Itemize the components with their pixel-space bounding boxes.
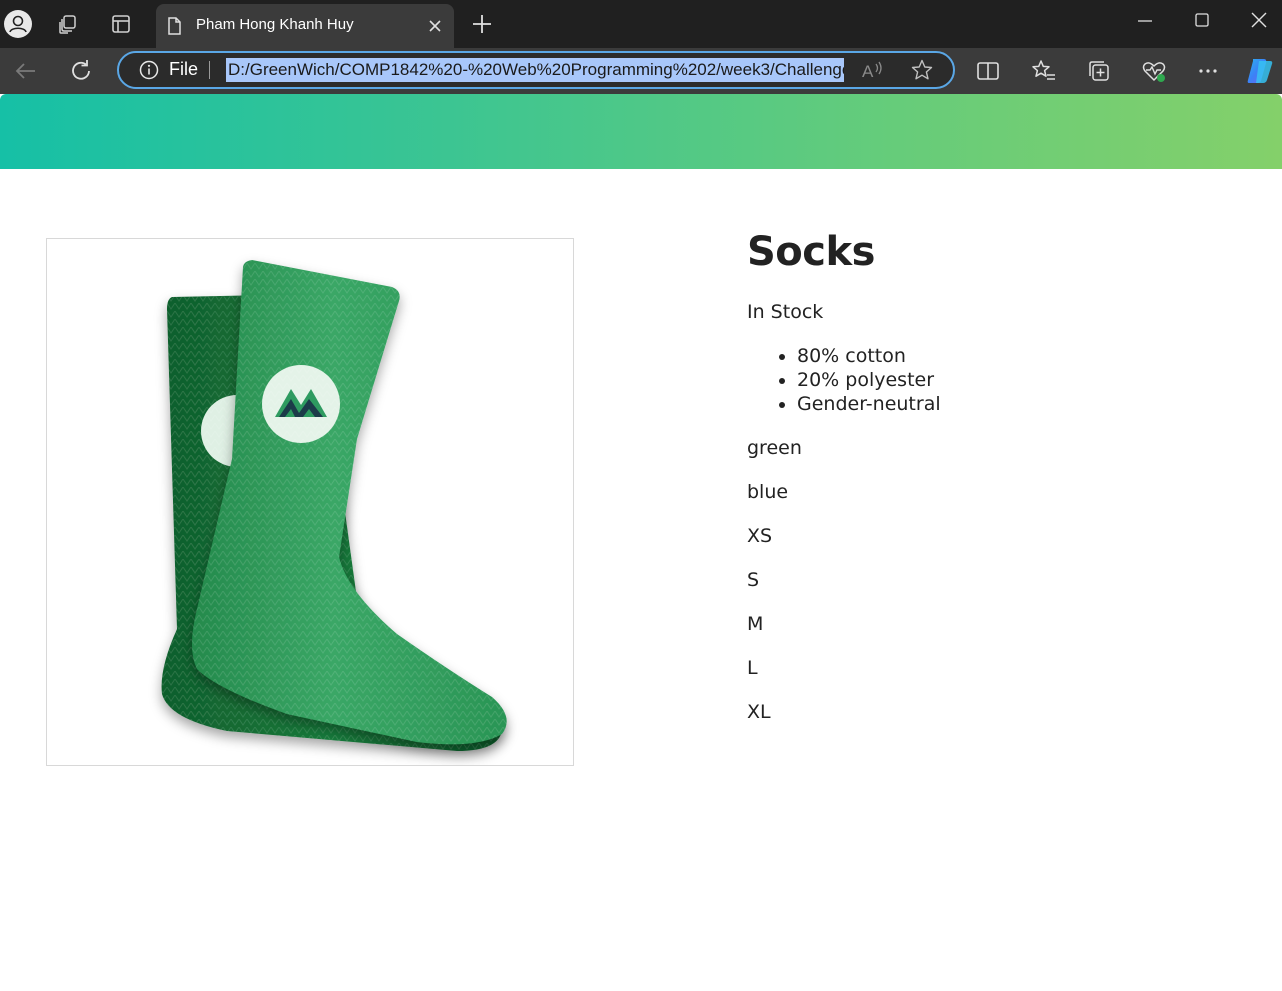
svg-text:A: A — [862, 62, 874, 81]
favorites-icon[interactable] — [1030, 57, 1058, 85]
back-button[interactable] — [12, 57, 40, 85]
variant-blue[interactable]: blue — [747, 480, 1247, 504]
product-image — [46, 238, 574, 766]
read-aloud-icon[interactable]: A — [861, 59, 885, 81]
detail-item: Gender-neutral — [797, 392, 1247, 416]
detail-item: 80% cotton — [797, 344, 1247, 368]
close-window-button[interactable] — [1244, 8, 1274, 34]
url-text[interactable]: D:/GreenWich/COMP1842%20-%20Web%20Progra… — [226, 58, 844, 82]
size-l: L — [747, 657, 758, 679]
workspaces-icon[interactable] — [54, 10, 82, 38]
copilot-icon[interactable] — [1244, 55, 1276, 87]
address-separator — [209, 61, 210, 79]
file-icon — [168, 17, 181, 35]
header-banner — [0, 94, 1282, 169]
tab-title: Pham Hong Khanh Huy — [196, 16, 354, 33]
new-tab-button[interactable] — [468, 10, 496, 38]
stock-status: In Stock — [747, 301, 824, 323]
product-info: Socks In Stock 80% cotton 20% polyester … — [747, 222, 1247, 724]
size-s: S — [747, 569, 760, 591]
size-m: M — [747, 613, 764, 635]
product-title: Socks — [747, 229, 875, 275]
minimize-button[interactable] — [1130, 8, 1160, 34]
green-socks-image — [161, 260, 507, 751]
info-icon[interactable] — [139, 60, 159, 80]
address-bar[interactable]: File D:/GreenWich/COMP1842%20-%20Web%20P… — [117, 51, 955, 89]
size-xl: XL — [747, 701, 771, 723]
variant-green[interactable]: green — [747, 436, 1247, 460]
refresh-button[interactable] — [67, 57, 95, 85]
close-tab-icon[interactable] — [426, 17, 444, 35]
scheme-label: File — [169, 59, 199, 79]
heartbeat-icon[interactable] — [1140, 57, 1168, 85]
maximize-button[interactable] — [1187, 8, 1217, 34]
size-xs: XS — [747, 525, 773, 547]
browser-toolbar: File D:/GreenWich/COMP1842%20-%20Web%20P… — [0, 48, 1282, 94]
detail-item: 20% polyester — [797, 368, 1247, 392]
collections-icon[interactable] — [1085, 57, 1113, 85]
profile-icon[interactable] — [4, 10, 32, 38]
product-details-list: 80% cotton 20% polyester Gender-neutral — [747, 344, 1247, 416]
active-tab[interactable]: Pham Hong Khanh Huy — [156, 4, 454, 48]
star-icon[interactable] — [910, 58, 934, 82]
split-screen-icon[interactable] — [974, 57, 1002, 85]
tab-actions-icon[interactable] — [107, 10, 135, 38]
more-icon[interactable] — [1194, 57, 1222, 85]
title-bar: Pham Hong Khanh Huy — [0, 0, 1282, 48]
